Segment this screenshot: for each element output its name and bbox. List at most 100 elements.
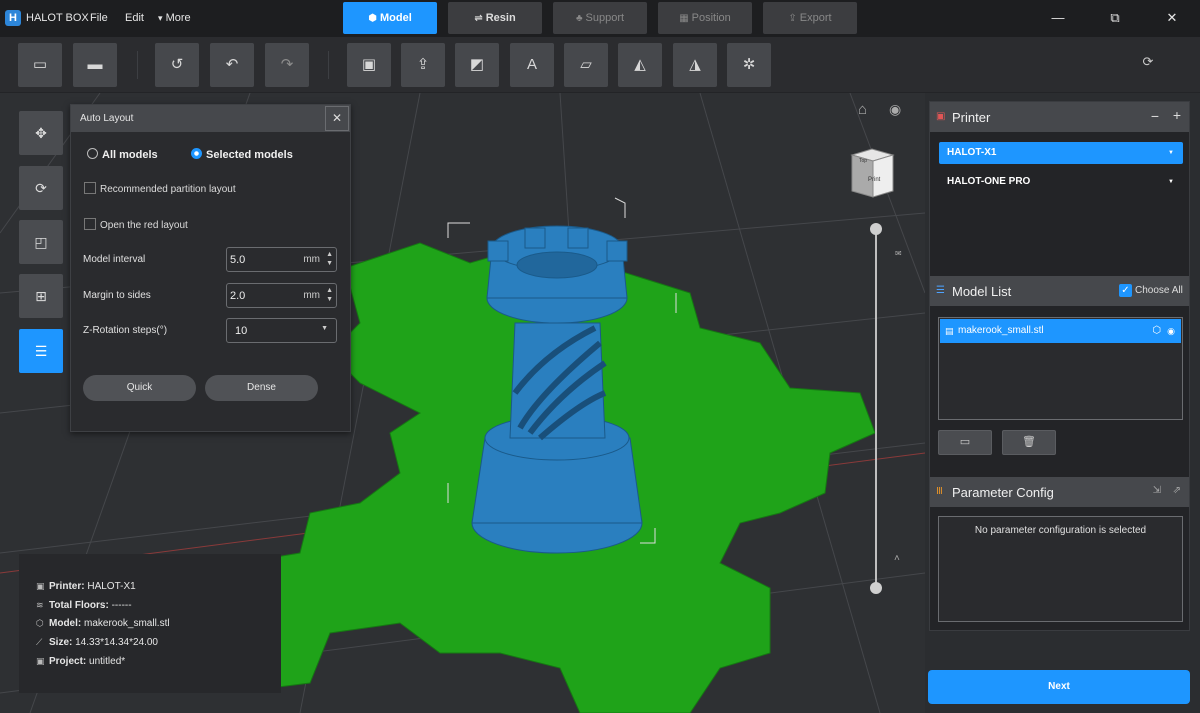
- param-icon: Ⅲ: [936, 486, 943, 497]
- eye-icon[interactable]: ◉: [1167, 319, 1175, 343]
- info-project: ▣ Project: untitled*: [36, 656, 126, 667]
- tab-position[interactable]: ▦ Position: [658, 2, 752, 34]
- z-slider-top-handle: [870, 223, 882, 235]
- param-config-title: Parameter Config: [952, 485, 1054, 500]
- folder-icon: ▭: [959, 436, 971, 448]
- close-icon[interactable]: ✕: [325, 106, 349, 131]
- printer-item-label: HALOT-X1: [947, 147, 997, 158]
- export-icon[interactable]: ⇪: [401, 43, 445, 87]
- info-panel: ▣ Printer: HALOT-X1 ≋ Total Floors: ------…: [19, 554, 281, 693]
- undo-icon[interactable]: ↶: [210, 43, 254, 87]
- trash-icon: 🗑: [1022, 436, 1036, 448]
- printer-icon: ▣: [36, 581, 45, 591]
- eraser-icon[interactable]: ◭: [618, 43, 662, 87]
- info-floors-value: ------: [111, 600, 132, 611]
- mirror-icon[interactable]: ◮: [673, 43, 717, 87]
- info-size-value: 14.33*14.34*24.00: [75, 637, 158, 648]
- menu-more[interactable]: ▾ More: [158, 12, 191, 24]
- file-icon: ▤: [945, 326, 954, 336]
- printer-item-halot-x1[interactable]: HALOT-X1 ▼: [939, 142, 1183, 164]
- checkbox-icon: [84, 218, 96, 230]
- minimize-icon[interactable]: —: [1050, 10, 1066, 26]
- choose-all-label[interactable]: Choose All: [1135, 285, 1183, 296]
- printer-item-halot-one-pro[interactable]: HALOT-ONE PRO ▼: [939, 171, 1183, 193]
- ruler-icon: ⟋: [36, 637, 43, 647]
- menu-edit[interactable]: Edit: [125, 12, 144, 24]
- param-config-box: No parameter configuration is selected: [938, 516, 1183, 622]
- z-rotation-value: 10: [235, 325, 248, 337]
- export-icon: ⇪: [788, 13, 797, 24]
- minus-icon[interactable]: −: [1151, 108, 1159, 124]
- eye-icon[interactable]: ◉: [889, 101, 901, 118]
- settings-icon[interactable]: ✲: [727, 43, 771, 87]
- info-model: ⬡ Model: makerook_small.stl: [36, 618, 170, 629]
- info-floors-label: Total Floors:: [49, 600, 109, 611]
- close-icon[interactable]: ✕: [1164, 10, 1180, 26]
- import-icon[interactable]: ⇲: [1153, 485, 1161, 496]
- info-printer-label: Printer:: [49, 581, 85, 592]
- checkbox-checked-icon[interactable]: ✓: [1119, 284, 1132, 297]
- open-folder-button[interactable]: ▭: [938, 430, 992, 455]
- auto-layout-panel: Auto Layout ✕ All models Selected models…: [70, 104, 351, 432]
- restore-icon[interactable]: ⧉: [1107, 10, 1123, 26]
- checkbox-red-layout[interactable]: Open the red layout: [84, 218, 188, 231]
- printer-title: Printer: [952, 110, 991, 125]
- delete-button[interactable]: 🗑: [1002, 430, 1056, 455]
- history-icon[interactable]: ↺: [155, 43, 199, 87]
- radio-all-models[interactable]: All models: [87, 148, 158, 161]
- info-model-value: makerook_small.stl: [84, 618, 170, 629]
- resin-icon: ⇌: [474, 13, 483, 24]
- text-icon[interactable]: A: [510, 43, 554, 87]
- model-list-box: ▤ makerook_small.stl ⬡ ◉: [938, 317, 1183, 420]
- plus-icon[interactable]: +: [1173, 107, 1181, 123]
- import-icon[interactable]: ▬: [73, 43, 117, 87]
- model-interval-value: 5.0: [230, 254, 246, 266]
- title-bar: H HALOT BOX File Edit ▾ More ⬢ Model ⇌ Res…: [0, 0, 1200, 37]
- view-cube[interactable]: [850, 148, 895, 198]
- radio-on-icon: [191, 148, 202, 159]
- cube-icon[interactable]: ⬡: [1152, 319, 1161, 343]
- spinner-icon[interactable]: ▲ ▼: [326, 250, 333, 268]
- add-icon[interactable]: ⊞: [19, 274, 63, 318]
- model-interval-input[interactable]: 5.0 mm ▲ ▼: [226, 247, 337, 272]
- print-icon[interactable]: ▣: [347, 43, 391, 87]
- margin-input[interactable]: 2.0 mm ▲ ▼: [226, 283, 337, 308]
- tab-export[interactable]: ⇪ Export: [763, 2, 857, 34]
- checkbox-red-label: Open the red layout: [100, 220, 188, 231]
- margin-unit: mm: [303, 290, 320, 301]
- tab-model[interactable]: ⬢ Model: [343, 2, 437, 34]
- checkbox-icon: [84, 182, 96, 194]
- list-icon: ☰: [936, 285, 945, 296]
- tab-support-label: Support: [585, 12, 625, 24]
- toolbar-separator: [328, 51, 329, 79]
- radio-selected-models[interactable]: Selected models: [191, 148, 293, 161]
- open-file-icon[interactable]: ▭: [18, 43, 62, 87]
- info-floors: ≋ Total Floors: ------: [36, 600, 132, 611]
- loading-icon[interactable]: ⟳: [1140, 54, 1156, 70]
- tab-resin[interactable]: ⇌ Resin: [448, 2, 542, 34]
- home-icon[interactable]: ⌂: [858, 101, 867, 118]
- list-item[interactable]: ▤ makerook_small.stl ⬡ ◉: [940, 319, 1181, 343]
- spinner-icon[interactable]: ▲ ▼: [326, 286, 333, 304]
- layout-icon[interactable]: ☰: [19, 329, 63, 373]
- chevron-up-icon[interactable]: ˄: [894, 553, 900, 564]
- radio-all-models-label: All models: [102, 149, 158, 161]
- scale-icon[interactable]: ◰: [19, 220, 63, 264]
- model-item-label: makerook_small.stl: [958, 325, 1044, 336]
- next-button[interactable]: Next: [928, 670, 1190, 704]
- external-link-icon[interactable]: ⇗: [1173, 485, 1181, 496]
- slice-icon[interactable]: ◩: [455, 43, 499, 87]
- ruler-icon[interactable]: ▱: [564, 43, 608, 87]
- z-rotation-select[interactable]: 10 ▼: [226, 318, 337, 343]
- dense-button[interactable]: Dense: [205, 375, 318, 401]
- quick-button[interactable]: Quick: [83, 375, 196, 401]
- tab-resin-label: Resin: [485, 12, 516, 24]
- info-project-value: untitled*: [89, 656, 126, 667]
- menu-file[interactable]: File: [90, 12, 108, 24]
- checkbox-partition-layout[interactable]: Recommended partition layout: [84, 182, 236, 195]
- rotate-icon[interactable]: ⟳: [19, 166, 63, 210]
- tab-support[interactable]: ♣ Support: [553, 2, 647, 34]
- redo-icon[interactable]: ↷: [265, 43, 309, 87]
- margin-value: 2.0: [230, 290, 246, 302]
- move-icon[interactable]: ✥: [19, 111, 63, 155]
